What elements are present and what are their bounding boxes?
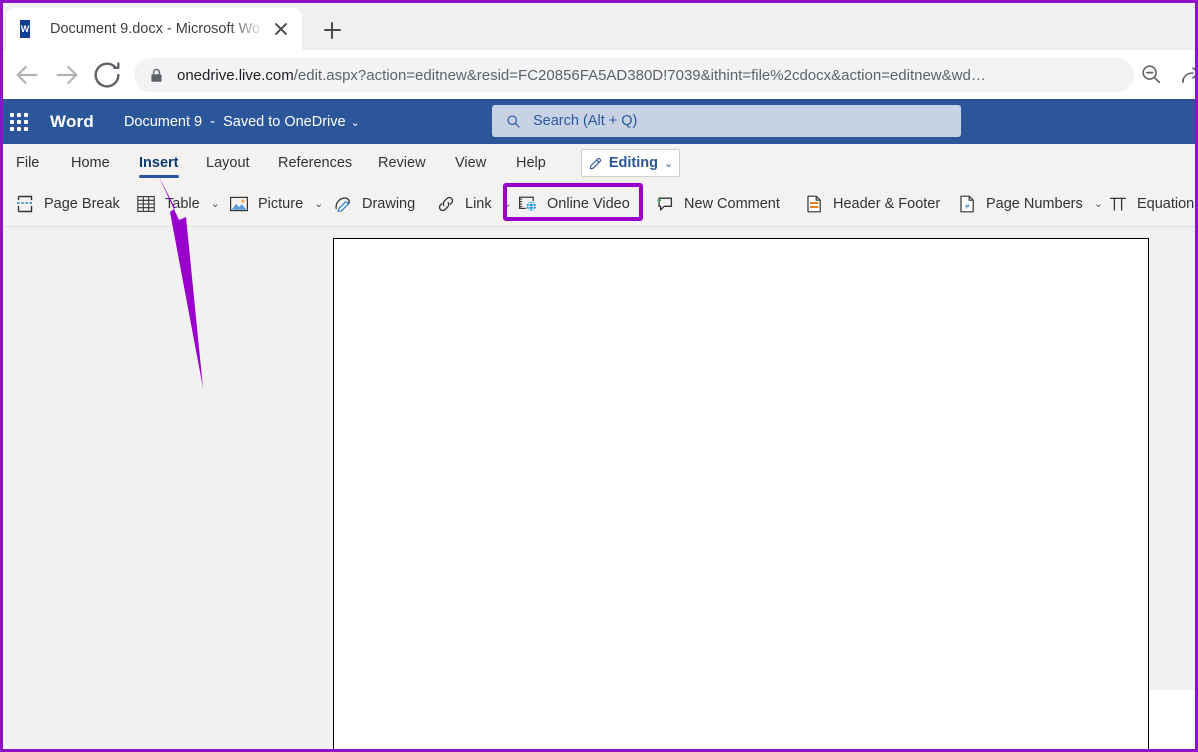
ribbon-button-equation[interactable]: Equation (1101, 186, 1198, 222)
save-status: Saved to OneDrive (223, 114, 346, 130)
ribbon-button-label: Picture (258, 196, 303, 212)
ribbon-button-label: Drawing (362, 196, 415, 212)
online-video-icon (518, 194, 538, 214)
pencil-icon (588, 156, 603, 171)
document-canvas (3, 227, 1195, 749)
ribbon-button-online-video[interactable]: Online Video (511, 186, 637, 222)
ribbon-tab-insert[interactable]: Insert (139, 144, 179, 181)
search-input[interactable]: Search (Alt + Q) (492, 105, 961, 137)
editing-mode-button[interactable]: Editing ⌄ (581, 149, 680, 177)
ribbon-tab-layout[interactable]: Layout (206, 144, 250, 181)
ribbon-tab-home[interactable]: Home (71, 144, 110, 181)
editing-mode-label: Editing (609, 155, 658, 171)
search-placeholder: Search (Alt + Q) (533, 113, 637, 129)
app-launcher-icon[interactable] (10, 113, 28, 131)
document-title[interactable]: Document 9 - Saved to OneDrive⌄ (124, 114, 360, 130)
ribbon-button-label: Online Video (547, 196, 630, 212)
plus-icon[interactable] (316, 14, 348, 46)
ribbon-button-label: Table (165, 196, 200, 212)
ribbon-tab-label: Help (516, 155, 546, 171)
share-icon[interactable] (1179, 62, 1198, 86)
ribbon-button-header-footer[interactable]: Header & Footer (797, 186, 947, 222)
lock-icon (150, 68, 163, 83)
drawing-icon (333, 194, 353, 214)
browser-tab-strip: Document 9.docx - Microsoft Wo (3, 3, 1195, 50)
header-footer-icon (804, 194, 824, 214)
ribbon-button-label: Page Break (44, 196, 120, 212)
zoom-out-icon[interactable] (1140, 63, 1162, 85)
table-icon (136, 194, 156, 214)
close-icon[interactable] (268, 16, 294, 42)
chevron-down-icon: ⌄ (664, 157, 673, 170)
ribbon-tab-label: Review (378, 155, 426, 171)
ribbon-button-picture[interactable]: Picture ⌄ (222, 186, 330, 222)
browser-tab-title: Document 9.docx - Microsoft Wo (50, 21, 268, 37)
new-comment-icon (655, 194, 675, 214)
ribbon-tab-references[interactable]: References (278, 144, 352, 181)
ribbon-button-page-break[interactable]: Page Break (8, 186, 127, 222)
ribbon-tab-label: Layout (206, 155, 250, 171)
page-break-icon (15, 194, 35, 214)
ribbon-button-label: Page Numbers (986, 196, 1083, 212)
chevron-down-icon[interactable]: ⌄ (314, 197, 323, 210)
document-name: Document 9 (124, 114, 202, 130)
ribbon-tab-label: References (278, 155, 352, 171)
arrow-right-icon[interactable] (51, 59, 83, 91)
arrow-left-icon[interactable] (11, 59, 43, 91)
url-text: onedrive.live.com/edit.aspx?action=editn… (177, 67, 1124, 84)
ribbon-button-link[interactable]: Link⌄ (429, 186, 519, 222)
search-icon (506, 114, 521, 129)
ribbon-tab-review[interactable]: Review (378, 144, 426, 181)
ribbon-button-new-comment[interactable]: New Comment (648, 186, 787, 222)
ribbon-button-label: Header & Footer (833, 196, 940, 212)
ribbon-button-drawing[interactable]: Drawing (326, 186, 422, 222)
ribbon-tab-view[interactable]: View (455, 144, 486, 181)
ribbon-button-table[interactable]: Table ⌄ (129, 186, 227, 222)
browser-tab[interactable]: Document 9.docx - Microsoft Wo (6, 8, 302, 50)
url-path: /edit.aspx?action=editnew&resid=FC20856F… (294, 67, 986, 84)
ribbon-tab-help[interactable]: Help (516, 144, 546, 181)
chevron-down-icon[interactable]: ⌄ (211, 197, 220, 210)
address-bar[interactable]: onedrive.live.com/edit.aspx?action=editn… (134, 58, 1134, 92)
reload-icon[interactable] (91, 59, 123, 91)
word-icon (20, 20, 38, 38)
url-host: onedrive.live.com (177, 67, 294, 84)
ribbon-button-label: Equation (1137, 196, 1194, 212)
canvas-corner-fill (1149, 690, 1195, 749)
page-numbers-icon: # (957, 194, 977, 214)
ribbon-button-label: New Comment (684, 196, 780, 212)
equation-icon (1108, 194, 1128, 214)
chevron-down-icon[interactable]: ⌄ (351, 117, 360, 129)
browser-window: Document 9.docx - Microsoft Wo onedrive.… (0, 0, 1198, 752)
document-page[interactable] (333, 238, 1149, 752)
ribbon-tab-label: View (455, 155, 486, 171)
ribbon-toolbar: Page Break Table ⌄ Picture ⌄ Drawing Link⌄ Onli… (3, 181, 1195, 227)
ribbon-tab-label: Home (71, 155, 110, 171)
link-icon (436, 194, 456, 214)
ribbon-tab-label: File (16, 155, 39, 171)
app-name[interactable]: Word (50, 112, 94, 132)
ribbon-button-label: Link (465, 196, 492, 212)
ribbon-tab-file[interactable]: File (16, 144, 39, 181)
ribbon-tab-label: Insert (139, 155, 179, 171)
ribbon-button-page-numbers[interactable]: #Page Numbers⌄ (950, 186, 1110, 222)
picture-icon (229, 194, 249, 214)
